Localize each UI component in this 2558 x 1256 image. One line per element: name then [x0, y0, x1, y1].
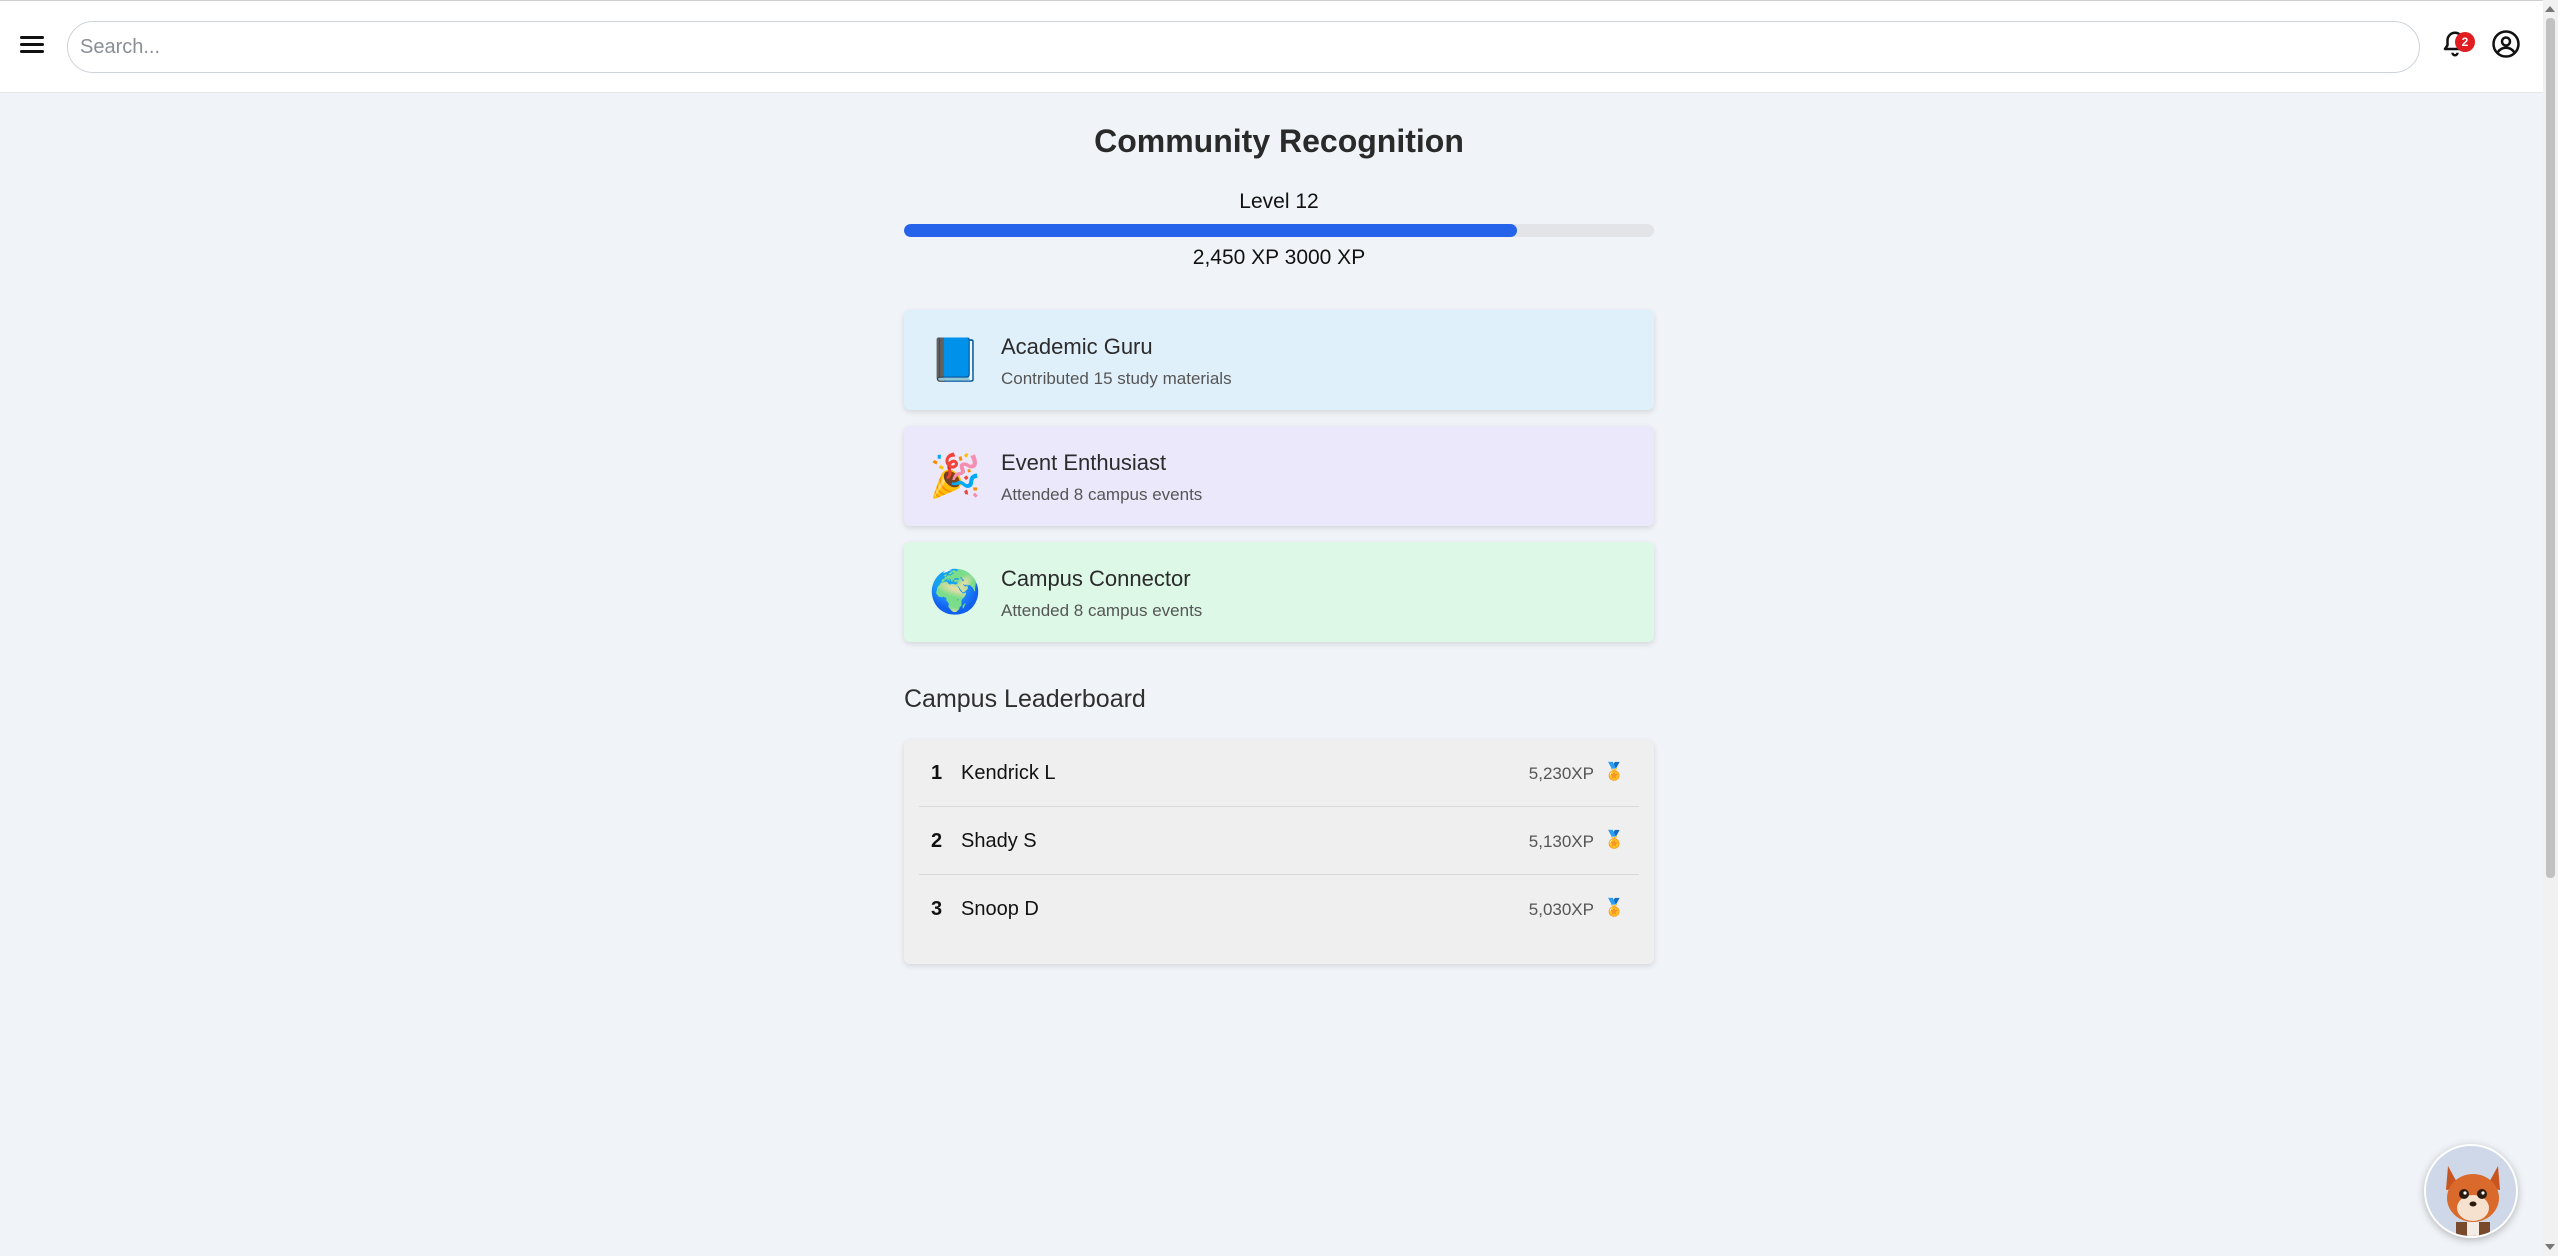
user-circle-icon[interactable] — [2491, 29, 2521, 59]
hamburger-menu-icon[interactable] — [20, 32, 48, 56]
notification-count-badge: 2 — [2455, 32, 2475, 52]
search-input[interactable] — [67, 21, 2420, 73]
medal-icon: 🏅 — [1603, 830, 1625, 849]
badge-description: Contributed 15 study materials — [1001, 369, 1232, 388]
badge-card-campus-connector: 🌍 Campus Connector Attended 8 campus eve… — [904, 542, 1654, 642]
top-bar: 2 — [0, 0, 2543, 93]
fox-mascot-avatar[interactable] — [2424, 1144, 2518, 1238]
badge-description: Attended 8 campus events — [1001, 485, 1203, 504]
leaderboard-name: Shady S — [961, 830, 1037, 852]
leaderboard-name: Snoop D — [961, 898, 1039, 920]
leaderboard-row: 3 Snoop D 5,030XP 🏅 — [919, 876, 1639, 943]
scrollbar-thumb[interactable] — [2546, 18, 2555, 878]
badge-name: Campus Connector — [1001, 566, 1191, 591]
medal-icon: 🏅 — [1603, 762, 1625, 781]
scroll-down-arrow-icon[interactable] — [2545, 1244, 2555, 1250]
leaderboard-panel: 1 Kendrick L 5,230XP 🏅 2 Shady S 5,130XP… — [904, 740, 1654, 964]
scroll-up-arrow-icon[interactable] — [2545, 6, 2555, 12]
leaderboard-xp: 5,030XP — [1528, 900, 1594, 919]
leaderboard-rank: 3 — [931, 898, 943, 920]
badge-card-event-enthusiast: 🎉 Event Enthusiast Attended 8 campus eve… — [904, 426, 1654, 526]
level-label: Level 12 — [1239, 190, 1319, 213]
leaderboard-rank: 1 — [931, 762, 943, 784]
leaderboard-rank: 2 — [931, 830, 943, 852]
leaderboard-row: 2 Shady S 5,130XP 🏅 — [919, 808, 1639, 875]
xp-progress-bar — [904, 224, 1654, 237]
badge-card-academic-guru: 📘 Academic Guru Contributed 15 study mat… — [904, 310, 1654, 410]
badge-description: Attended 8 campus events — [1001, 601, 1203, 620]
page-title: Community Recognition — [1094, 123, 1464, 159]
leaderboard-title: Campus Leaderboard — [904, 685, 1146, 713]
leaderboard-name: Kendrick L — [961, 762, 1056, 784]
medal-icon: 🏅 — [1603, 898, 1625, 917]
badge-name: Academic Guru — [1001, 334, 1153, 359]
badge-name: Event Enthusiast — [1001, 450, 1167, 475]
leaderboard-row: 1 Kendrick L 5,230XP 🏅 — [919, 740, 1639, 807]
leaderboard-xp: 5,230XP — [1528, 764, 1594, 783]
blue-book-icon: 📘 — [929, 336, 982, 383]
party-popper-icon: 🎉 — [929, 452, 982, 499]
leaderboard-xp: 5,130XP — [1528, 832, 1594, 851]
xp-text: 2,450 XP 3000 XP — [1192, 246, 1366, 269]
globe-icon: 🌍 — [929, 568, 982, 615]
xp-progress-fill — [904, 224, 1517, 237]
